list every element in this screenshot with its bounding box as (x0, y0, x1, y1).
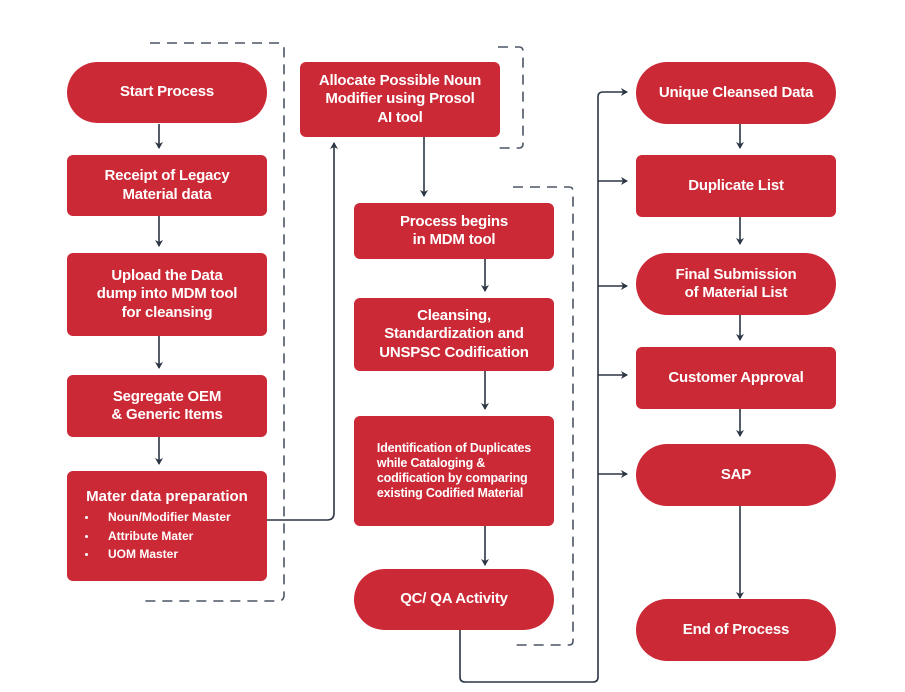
node-sap: SAP (636, 444, 836, 506)
bullet-text: Attribute Mater (108, 528, 194, 543)
node-label: Duplicate List (688, 176, 784, 194)
node-label: Cleansing, Standardization and UNSPSC Co… (379, 307, 529, 361)
prep-bullet-list: Noun/Modifier Master Attribute Mater UOM… (77, 508, 231, 564)
node-label: Mater data preparation (86, 487, 248, 505)
node-qc-qa-activity: QC/ QA Activity (354, 569, 554, 630)
node-label: End of Process (682, 620, 790, 638)
node-start-process: Start Process (67, 62, 267, 123)
node-label: SAP (720, 465, 752, 483)
node-label: Unique Cleansed Data (658, 83, 814, 101)
node-duplicate-list: Duplicate List (636, 155, 836, 217)
node-allocate-noun-modifier: Allocate Possible Noun Modifier using Pr… (300, 62, 500, 137)
bullet-text: UOM Master (108, 547, 179, 562)
bullet-icon (85, 516, 88, 520)
node-process-begins: Process begins in MDM tool (354, 203, 554, 259)
node-label: Allocate Possible Noun Modifier using Pr… (318, 72, 482, 126)
node-identification-duplicates: Identification of Duplicates while Catal… (354, 416, 554, 526)
node-label: Upload the Data dump into MDM tool for c… (96, 267, 238, 321)
node-label: Start Process (119, 83, 215, 101)
dashed-bracket-top-middle (498, 46, 524, 149)
node-receipt-legacy-data: Receipt of Legacy Material data (67, 155, 267, 216)
node-unique-cleansed-data: Unique Cleansed Data (636, 62, 836, 124)
bullet-icon (85, 534, 88, 538)
node-label: Receipt of Legacy Material data (104, 167, 230, 203)
node-final-submission: Final Submission of Material List (636, 253, 836, 315)
bullet-item: Attribute Mater (77, 527, 231, 546)
node-segregate-oem-generic: Segregate OEM & Generic Items (67, 375, 267, 437)
node-upload-data-dump: Upload the Data dump into MDM tool for c… (67, 253, 267, 336)
node-label: Identification of Duplicates while Catal… (376, 440, 532, 501)
node-label: QC/ QA Activity (400, 590, 508, 608)
bullet-item: Noun/Modifier Master (77, 508, 231, 527)
node-label: Segregate OEM & Generic Items (111, 387, 223, 423)
node-label: Customer Approval (668, 368, 804, 386)
bullet-icon (85, 553, 88, 557)
node-end-of-process: End of Process (636, 599, 836, 661)
node-master-data-preparation: Mater data preparation Noun/Modifier Mas… (67, 471, 267, 581)
node-cleansing-standardization: Cleansing, Standardization and UNSPSC Co… (354, 298, 554, 371)
bullet-item: UOM Master (77, 545, 231, 564)
node-customer-approval: Customer Approval (636, 347, 836, 409)
node-label: Final Submission of Material List (675, 265, 797, 301)
arrow-prep-to-allocate (267, 142, 338, 521)
bullet-text: Noun/Modifier Master (108, 510, 231, 525)
node-label: Process begins in MDM tool (399, 212, 509, 248)
